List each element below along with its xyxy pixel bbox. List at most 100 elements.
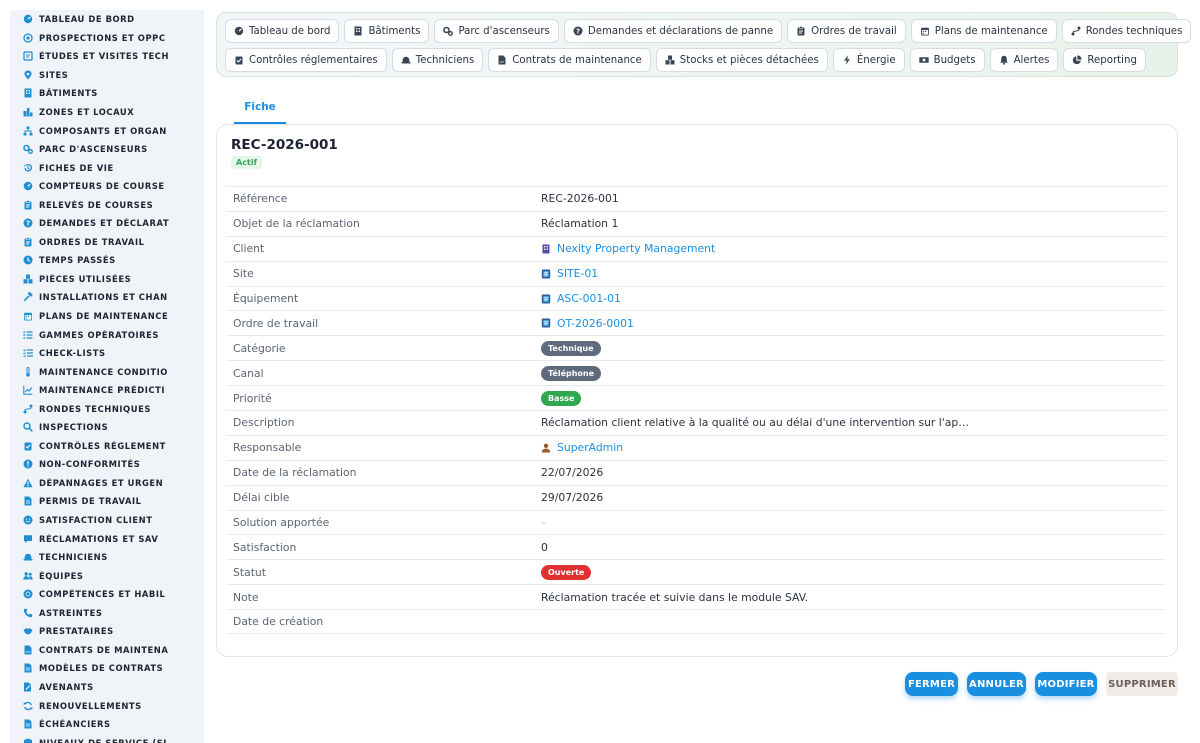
sidebar-item-label: RÉCLAMATIONS ET SAV bbox=[39, 533, 159, 544]
sidebar-item[interactable]: RONDES TECHNIQUES bbox=[10, 399, 204, 418]
sidebar-item[interactable]: ÉTUDES ET VISITES TECH bbox=[10, 47, 204, 66]
detail-value: Technique bbox=[541, 340, 1165, 356]
sidebar-item-label: ÉCHÉANCIERS bbox=[39, 719, 111, 730]
close-button[interactable]: FERMER bbox=[905, 672, 958, 696]
detail-label: Statut bbox=[233, 565, 267, 579]
clipboard-check-icon bbox=[23, 441, 33, 451]
certificate-icon bbox=[23, 589, 33, 599]
sidebar-item[interactable]: ASTREINTES bbox=[10, 604, 204, 623]
sidebar-item-label: COMPÉTENCES ET HABIL bbox=[39, 589, 166, 600]
module-nav-button[interactable]: Ordres de travail bbox=[787, 19, 906, 43]
sidebar-item[interactable]: MODÈLES DE CONTRATS bbox=[10, 659, 204, 678]
sidebar-item[interactable]: FICHES DE VIE bbox=[10, 158, 204, 177]
sidebar-item[interactable]: ORDRES DE TRAVAIL bbox=[10, 233, 204, 252]
detail-value-link[interactable]: OT-2026-0001 bbox=[541, 317, 1165, 330]
sidebar-item[interactable]: ÉQUIPES bbox=[10, 566, 204, 585]
hard-hat-icon bbox=[23, 552, 33, 562]
sidebar-item[interactable]: ZONES ET LOCAUX bbox=[10, 103, 204, 122]
delete-button[interactable]: SUPPRIMER bbox=[1106, 672, 1178, 696]
module-nav-button[interactable]: Budgets bbox=[909, 48, 985, 72]
sidebar-item[interactable]: AVENANTS bbox=[10, 678, 204, 697]
sidebar-item-label: AVENANTS bbox=[39, 681, 94, 692]
detail-value-link[interactable]: ASC-001-01 bbox=[541, 292, 1165, 305]
tab-fiche[interactable]: Fiche bbox=[234, 91, 286, 124]
link-text: OT-2026-0001 bbox=[557, 316, 634, 330]
file-edit-icon bbox=[23, 682, 33, 692]
sidebar-item[interactable]: PERMIS DE TRAVAIL bbox=[10, 492, 204, 511]
detail-value: 22/07/2026 bbox=[541, 466, 604, 480]
module-nav-button[interactable]: Plans de maintenance bbox=[910, 19, 1057, 43]
sidebar-item[interactable]: COMPTEURS DE COURSE bbox=[10, 177, 204, 196]
detail-row: Date de création bbox=[227, 609, 1165, 635]
value-badge: Téléphone bbox=[541, 365, 602, 381]
sidebar-item[interactable]: INSTALLATIONS ET CHAN bbox=[10, 288, 204, 307]
sidebar-item[interactable]: ÉCHÉANCIERS bbox=[10, 715, 204, 734]
sidebar-item[interactable]: NON-CONFORMITÉS bbox=[10, 455, 204, 474]
detail-value-link[interactable]: Nexity Property Management bbox=[541, 242, 1165, 255]
record-icon bbox=[541, 269, 551, 279]
money-icon bbox=[918, 55, 929, 65]
detail-row: Description Réclamation client relative à… bbox=[227, 410, 1165, 435]
hammer-icon bbox=[23, 292, 33, 302]
sidebar-item-label: INSPECTIONS bbox=[39, 422, 109, 433]
sidebar-item[interactable]: PRESTATAIRES bbox=[10, 622, 204, 641]
sidebar-item[interactable]: NIVEAUX DE SERVICE (SL bbox=[10, 733, 204, 743]
sidebar-item[interactable]: TEMPS PASSÉS bbox=[10, 251, 204, 270]
sidebar-item[interactable]: CONTRÔLES RÉGLEMENT bbox=[10, 437, 204, 456]
detail-row: Objet de la réclamation Réclamation 1 bbox=[227, 210, 1165, 236]
sidebar-item[interactable]: PARC D'ASCENSEURS bbox=[10, 140, 204, 159]
building-icon bbox=[353, 26, 363, 36]
sidebar-item[interactable]: ? DEMANDES ET DÉCLARAT bbox=[10, 214, 204, 233]
detail-value: Réclamation 1 bbox=[541, 217, 619, 231]
module-nav-button[interactable]: Rondes techniques bbox=[1061, 19, 1192, 43]
module-nav-button[interactable]: Parc d'ascenseurs bbox=[434, 19, 559, 43]
boxes-icon bbox=[665, 55, 675, 65]
sidebar-item[interactable]: BÂTIMENTS bbox=[10, 84, 204, 103]
module-nav-button[interactable]: Techniciens bbox=[391, 48, 484, 72]
module-nav-button[interactable]: Tableau de bord bbox=[225, 19, 340, 43]
module-nav-label: Énergie bbox=[856, 54, 896, 66]
record-details-table: Référence REC-2026-001 Objet de la réclama… bbox=[227, 186, 1165, 635]
sidebar-item[interactable]: TECHNICIENS bbox=[10, 548, 204, 567]
sidebar-item[interactable]: CHECK-LISTS bbox=[10, 344, 204, 363]
sidebar-item[interactable]: COMPOSANTS ET ORGAN bbox=[10, 121, 204, 140]
detail-value-link[interactable]: SuperAdmin bbox=[541, 441, 1165, 454]
sidebar-item[interactable]: PLANS DE MAINTENANCE bbox=[10, 307, 204, 326]
module-nav-button[interactable]: Contrats de maintenance bbox=[488, 48, 651, 72]
module-nav-button[interactable]: ? Demandes et déclarations de panne bbox=[563, 19, 783, 43]
sidebar-item[interactable]: MAINTENANCE CONDITIO bbox=[10, 362, 204, 381]
sidebar-item[interactable]: SITES bbox=[10, 66, 204, 85]
module-nav-button[interactable]: Énergie bbox=[832, 48, 905, 72]
detail-row: Canal Téléphone bbox=[227, 360, 1165, 385]
sidebar-item-label: NIVEAUX DE SERVICE (SL bbox=[39, 737, 170, 743]
sidebar-item[interactable]: PROSPECTIONS ET OPPC bbox=[10, 29, 204, 48]
detail-value: 29/07/2026 bbox=[541, 491, 604, 505]
record-icon bbox=[541, 294, 551, 304]
module-nav-button[interactable]: Stocks et pièces détachées bbox=[655, 48, 828, 72]
module-nav-button[interactable]: Reporting bbox=[1063, 48, 1146, 72]
sidebar-item[interactable]: SATISFACTION CLIENT bbox=[10, 511, 204, 530]
sidebar-item[interactable]: PIÈCES UTILISÉES bbox=[10, 270, 204, 289]
sidebar-item[interactable]: INSPECTIONS bbox=[10, 418, 204, 437]
sidebar-item[interactable]: GAMMES OPÉRATOIRES bbox=[10, 325, 204, 344]
detail-label: Canal bbox=[233, 366, 264, 380]
sidebar-item[interactable]: RÉCLAMATIONS ET SAV bbox=[10, 529, 204, 548]
history-icon bbox=[23, 163, 33, 173]
edit-button[interactable]: MODIFIER bbox=[1035, 672, 1097, 696]
sidebar-item[interactable]: COMPÉTENCES ET HABIL bbox=[10, 585, 204, 604]
sidebar-item[interactable]: CONTRATS DE MAINTENA bbox=[10, 641, 204, 660]
calendar-icon bbox=[23, 311, 33, 321]
detail-row: Solution apportée – bbox=[227, 509, 1165, 535]
detail-value-link[interactable]: SITE-01 bbox=[541, 267, 1165, 280]
sidebar-item-label: RENOUVELLEMENTS bbox=[39, 700, 142, 711]
sidebar-item[interactable]: RELEVÉS DE COURSES bbox=[10, 195, 204, 214]
sidebar-item[interactable]: TABLEAU DE BORD bbox=[10, 10, 204, 29]
module-nav-button[interactable]: Bâtiments bbox=[344, 19, 430, 43]
sidebar-item[interactable]: RENOUVELLEMENTS bbox=[10, 696, 204, 715]
status-badge: Actif bbox=[231, 156, 262, 169]
cancel-button[interactable]: ANNULER bbox=[967, 672, 1026, 696]
sidebar-item[interactable]: MAINTENANCE PRÉDICTI bbox=[10, 381, 204, 400]
module-nav-button[interactable]: Contrôles réglementaires bbox=[225, 48, 387, 72]
module-nav-button[interactable]: Alertes bbox=[989, 48, 1059, 72]
sidebar-item[interactable]: DÉPANNAGES ET URGEN bbox=[10, 474, 204, 493]
